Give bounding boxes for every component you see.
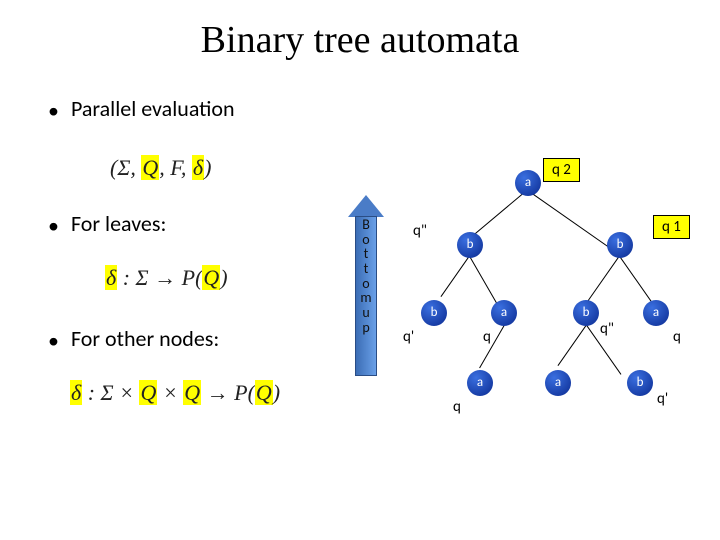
state-label: q' [657,390,668,408]
sig-delta: δ [192,155,204,180]
tree-node: a [545,370,571,396]
slide-title: Binary tree automata [0,0,720,62]
tree-node-root: a [515,170,541,196]
sig-close: ) [204,155,211,180]
state-label: q [673,328,681,346]
formula-nodes: δ : Σ × Q × Q → P(Q) [70,380,280,406]
tree-node: a [467,370,493,396]
tree-node: b [573,300,599,326]
bullet-leaves-text: For leaves: [71,210,166,237]
state-label: q" [600,320,614,338]
bullet-dot-icon: • [48,212,59,239]
node-arrow: → P( [201,380,255,405]
node-sig: : Σ × [82,380,139,405]
bullet-dot-icon: • [48,97,59,124]
sig-Q: Q [141,155,159,180]
node-x: × [157,380,183,405]
formula-signature: (Σ, Q, F, δ) [110,155,211,181]
state-label: q" [413,222,427,240]
bullet-parallel: • Parallel evaluation [48,95,235,124]
node-delta: δ [70,380,82,405]
tree-diagram: q 2 q 1 a b b b a b a a a b q" q' q q" q… [395,160,715,520]
state-label: q [483,328,491,346]
sig-open: (Σ, [110,155,141,180]
tree-node: b [421,300,447,326]
state-label: q [453,398,461,416]
leaf-delta: δ [105,265,117,290]
state-box-q2: q 2 [543,158,580,182]
state-label: q' [403,328,414,346]
leaf-Q: Q [202,265,220,290]
tree-node: a [491,300,517,326]
tree-node: a [643,300,669,326]
arrow-text: B o t t o m u p [360,218,372,336]
tree-node: b [607,232,633,258]
node-Q1: Q [139,380,157,405]
node-Q3: Q [255,380,273,405]
formula-leaves: δ : Σ → P(Q) [105,265,228,291]
arrow-up-head-icon [348,195,384,217]
node-Q2: Q [183,380,201,405]
bullet-parallel-text: Parallel evaluation [71,95,235,122]
bullet-dot-icon: • [48,327,59,354]
leaf-colon: : Σ → P( [117,265,202,290]
tree-node: b [627,370,653,396]
sig-mid: , F, [159,155,192,180]
state-box-q1: q 1 [653,215,690,239]
leaf-close: ) [220,265,227,290]
tree-node: b [457,232,483,258]
bullet-other: • For other nodes: [48,325,219,354]
bullet-other-text: For other nodes: [71,325,219,352]
node-close2: ) [273,380,280,405]
arrow-letter: p [362,319,369,336]
bullet-leaves: • For leaves: [48,210,166,239]
